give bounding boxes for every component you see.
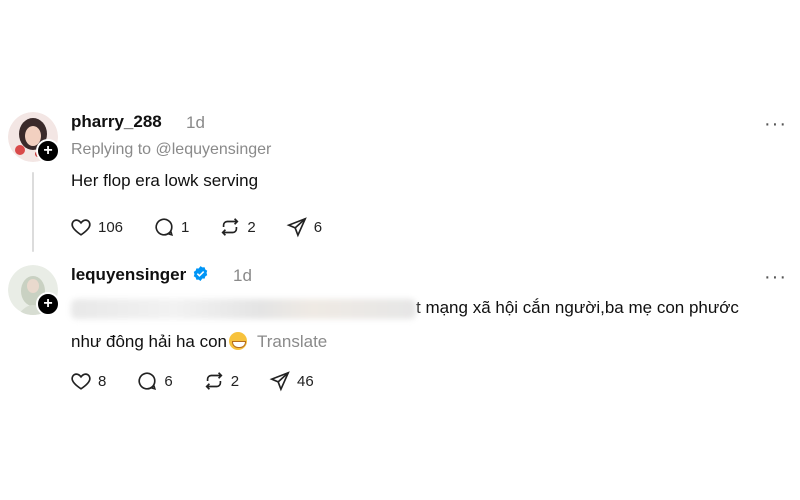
comment-button[interactable]: 1 bbox=[153, 216, 189, 238]
post-text: t mạng xã hội cắn người,ba mẹ con phước … bbox=[71, 291, 791, 359]
repost-count: 2 bbox=[247, 218, 256, 236]
comment-button[interactable]: 6 bbox=[136, 370, 173, 392]
more-options-icon[interactable]: ··· bbox=[764, 267, 787, 287]
repost-button[interactable]: 2 bbox=[203, 370, 239, 392]
share-count: 6 bbox=[313, 218, 323, 236]
username[interactable]: pharry_288 bbox=[71, 112, 162, 132]
username[interactable]: lequyensinger bbox=[71, 265, 209, 285]
comment-count: 6 bbox=[164, 372, 173, 390]
translate-link[interactable]: Translate bbox=[257, 332, 327, 351]
like-count: 8 bbox=[98, 372, 107, 390]
post-time: 1d bbox=[186, 113, 205, 132]
post-text-line-2-text: như đông hải ha con bbox=[71, 332, 228, 351]
repost-count: 2 bbox=[230, 372, 240, 390]
post-text-line-1: t mạng xã hội cắn người,ba mẹ con phước bbox=[71, 291, 791, 325]
post-actions: 106 1 2 6 bbox=[70, 216, 352, 238]
comment-count: 1 bbox=[181, 218, 190, 236]
post-text-visible: t mạng xã hội cắn người,ba mẹ con phước bbox=[416, 298, 739, 317]
share-count: 46 bbox=[297, 372, 314, 390]
post-time: 1d bbox=[233, 266, 252, 285]
thread-line bbox=[32, 172, 34, 252]
post-actions: 8 6 2 46 bbox=[70, 370, 344, 392]
comment-icon bbox=[155, 218, 174, 237]
heart-icon bbox=[71, 373, 91, 390]
follow-plus-icon[interactable]: + bbox=[36, 139, 60, 163]
like-button[interactable]: 106 bbox=[70, 216, 123, 238]
repost-button[interactable]: 2 bbox=[219, 216, 256, 238]
username-text[interactable]: lequyensinger bbox=[71, 265, 186, 284]
send-icon bbox=[286, 217, 307, 238]
follow-plus-icon[interactable]: + bbox=[36, 292, 60, 316]
repost-icon bbox=[221, 218, 239, 236]
share-button[interactable]: 6 bbox=[286, 216, 322, 238]
heart-icon bbox=[71, 219, 91, 236]
redacted-text bbox=[71, 298, 416, 319]
like-button[interactable]: 8 bbox=[70, 370, 106, 392]
send-icon bbox=[269, 371, 290, 392]
repost-icon bbox=[205, 372, 223, 390]
post-text: Her flop era lowk serving bbox=[71, 171, 259, 190]
share-button[interactable]: 46 bbox=[269, 370, 314, 392]
comment-icon bbox=[138, 372, 157, 391]
more-options-icon[interactable]: ··· bbox=[764, 114, 787, 134]
replying-to[interactable]: Replying to @lequyensinger bbox=[71, 141, 271, 159]
grin-emoji-icon bbox=[229, 332, 248, 350]
post-text-line-2: như đông hải ha con Translate bbox=[71, 325, 791, 359]
like-count: 106 bbox=[98, 218, 124, 236]
verified-badge-icon bbox=[194, 266, 208, 281]
